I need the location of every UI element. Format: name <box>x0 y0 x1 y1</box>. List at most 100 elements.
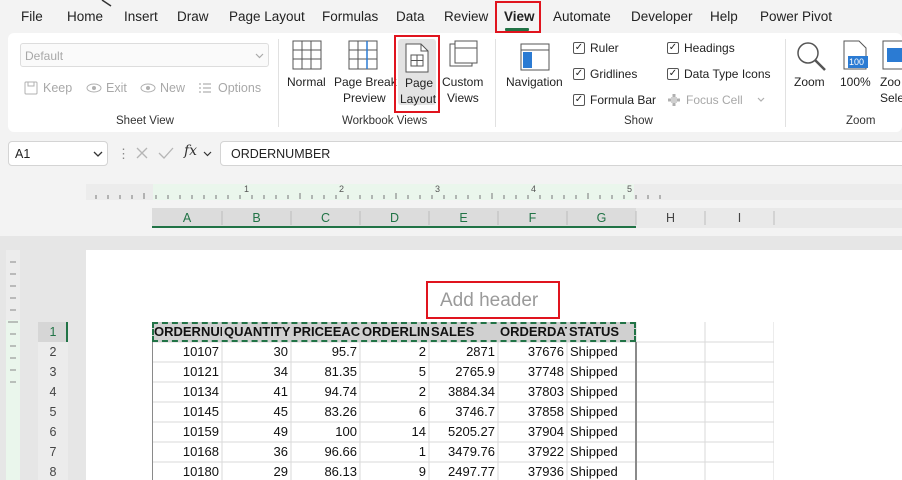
table-cell[interactable]: 9 <box>360 462 429 480</box>
table-cell[interactable]: 100 <box>291 422 360 442</box>
table-cell[interactable]: Shipped <box>567 362 636 382</box>
row-header[interactable]: 6 <box>38 422 68 442</box>
row-header[interactable]: 5 <box>38 402 68 422</box>
table-cell[interactable]: 81.35 <box>291 362 360 382</box>
table-cell[interactable]: 10145 <box>152 402 222 422</box>
table-cell[interactable]: 2 <box>360 342 429 362</box>
table-cell[interactable]: Shipped <box>567 422 636 442</box>
page-break-preview-button[interactable]: Page Break Preview <box>332 37 397 105</box>
row-header[interactable]: 4 <box>38 382 68 402</box>
table-cell[interactable]: 30 <box>222 342 291 362</box>
table-cell[interactable]: 10168 <box>152 442 222 462</box>
table-cell[interactable]: 37858 <box>498 402 567 422</box>
menu-data[interactable]: Data <box>396 9 425 24</box>
workbook-views-group-label: Workbook Views <box>342 115 428 127</box>
gridlines-label: Gridlines <box>590 67 638 81</box>
table-cell[interactable]: 5 <box>360 362 429 382</box>
table-cell[interactable]: 83.26 <box>291 402 360 422</box>
table-cell[interactable]: 37904 <box>498 422 567 442</box>
row-header[interactable]: 8 <box>38 462 68 480</box>
table-cell[interactable]: 86.13 <box>291 462 360 480</box>
insert-function-icon[interactable]: fx <box>184 143 197 159</box>
ruler-number: 4 <box>531 184 537 194</box>
list-options-icon <box>199 83 211 93</box>
formula-bar-checkbox[interactable]: ✓ <box>573 94 585 106</box>
table-cell[interactable]: 29 <box>222 462 291 480</box>
table-cell[interactable]: 2 <box>360 382 429 402</box>
zoom-button[interactable]: Zoom <box>790 37 832 97</box>
normal-grid-icon <box>292 40 322 70</box>
table-cell[interactable]: 14 <box>360 422 429 442</box>
menu-automate[interactable]: Automate <box>553 9 611 24</box>
table-cell[interactable]: Shipped <box>567 342 636 362</box>
table-cell[interactable]: 5205.27 <box>429 422 498 442</box>
chevron-down-icon[interactable] <box>203 151 212 157</box>
menu-review[interactable]: Review <box>444 9 488 24</box>
ruler-checkbox[interactable]: ✓ <box>573 42 585 54</box>
row-header[interactable]: 3 <box>38 362 68 382</box>
zoom-100-button[interactable]: 100 100% <box>836 37 872 97</box>
menu-developer[interactable]: Developer <box>631 9 693 24</box>
zoom-to-selection-button[interactable]: Zoo Sele <box>876 37 902 107</box>
table-cell[interactable]: 3884.34 <box>429 382 498 402</box>
table-cell[interactable]: 2871 <box>429 342 498 362</box>
exit-label: Exit <box>106 81 127 95</box>
table-cell[interactable]: 95.7 <box>291 342 360 362</box>
table-cell[interactable]: 10121 <box>152 362 222 382</box>
table-cell[interactable]: Shipped <box>567 442 636 462</box>
table-cell[interactable]: 10159 <box>152 422 222 442</box>
table-cell[interactable]: 49 <box>222 422 291 442</box>
table-cell[interactable]: 34 <box>222 362 291 382</box>
name-box[interactable]: A1 <box>8 141 108 166</box>
menu-formulas[interactable]: Formulas <box>322 9 378 24</box>
table-cell[interactable]: 10180 <box>152 462 222 480</box>
menu-file[interactable]: File <box>21 9 43 24</box>
sheet-view-dropdown[interactable]: Default <box>20 43 269 67</box>
data-type-icons-checkbox[interactable]: ✓ <box>667 68 679 80</box>
zoom-selection-label-1: Zoo <box>880 75 901 89</box>
table-cell[interactable]: 94.74 <box>291 382 360 402</box>
table-cell[interactable]: 10134 <box>152 382 222 402</box>
table-cell[interactable]: 2765.9 <box>429 362 498 382</box>
table-cell[interactable]: 37936 <box>498 462 567 480</box>
row-header[interactable]: 2 <box>38 342 68 362</box>
table-cell[interactable]: 37676 <box>498 342 567 362</box>
name-box-value: A1 <box>15 147 31 161</box>
table-cell[interactable]: 6 <box>360 402 429 422</box>
table-cell[interactable]: 37803 <box>498 382 567 402</box>
normal-view-button[interactable]: Normal <box>284 37 330 101</box>
focus-cell-button[interactable]: Focus Cell <box>667 92 771 108</box>
enter-check-icon[interactable] <box>158 146 174 160</box>
menu-power-pivot[interactable]: Power Pivot <box>760 9 832 24</box>
page-break-label-2: Preview <box>343 91 386 105</box>
table-cell[interactable]: 2497.77 <box>429 462 498 480</box>
table-cell[interactable]: 96.66 <box>291 442 360 462</box>
table-cell[interactable]: Shipped <box>567 382 636 402</box>
menu-draw[interactable]: Draw <box>177 9 209 24</box>
custom-views-button[interactable]: Custom Views <box>440 37 488 105</box>
options-label: Options <box>218 81 262 95</box>
table-cell[interactable]: 37922 <box>498 442 567 462</box>
menu-home[interactable]: Home <box>67 9 103 24</box>
menu-insert[interactable]: Insert <box>124 9 158 24</box>
navigation-button[interactable]: Navigation <box>502 37 564 97</box>
cancel-x-icon[interactable] <box>135 146 149 160</box>
table-cell[interactable]: 45 <box>222 402 291 422</box>
table-cell[interactable]: Shipped <box>567 462 636 480</box>
row-header[interactable]: 7 <box>38 442 68 462</box>
menu-page-layout[interactable]: Page Layout <box>229 9 305 24</box>
formula-input[interactable]: ORDERNUMBER <box>220 141 902 166</box>
table-cell[interactable]: 36 <box>222 442 291 462</box>
table-cell[interactable]: 37748 <box>498 362 567 382</box>
row-header[interactable]: 1 <box>38 322 68 342</box>
gridlines-checkbox[interactable]: ✓ <box>573 68 585 80</box>
menu-help[interactable]: Help <box>710 9 738 24</box>
table-cell[interactable]: 10107 <box>152 342 222 362</box>
table-cell[interactable]: 3479.76 <box>429 442 498 462</box>
table-cell[interactable]: 41 <box>222 382 291 402</box>
headings-checkbox[interactable]: ✓ <box>667 42 679 54</box>
table-cell[interactable]: 1 <box>360 442 429 462</box>
table-cell[interactable]: Shipped <box>567 402 636 422</box>
table-cell[interactable]: 3746.7 <box>429 402 498 422</box>
formula-bar-grip-icon: ⋮ <box>117 146 130 161</box>
